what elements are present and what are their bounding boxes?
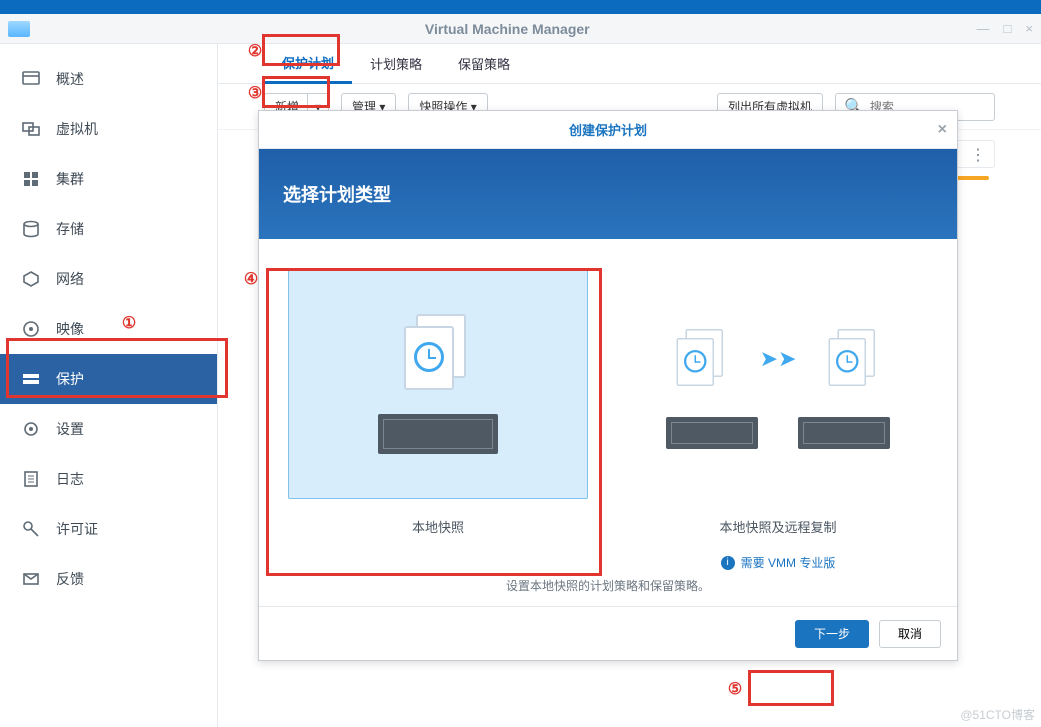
sidebar-item-vm[interactable]: 虚拟机 — [0, 104, 217, 154]
network-icon — [20, 268, 42, 290]
remote-replication-art: ➤➤ — [628, 269, 928, 499]
dialog-description: 设置本地快照的计划策略和保留策略。 — [279, 577, 937, 594]
cancel-button[interactable]: 取消 — [879, 620, 941, 648]
sidebar-item-label: 日志 — [56, 469, 84, 489]
tabs: 保护计划 计划策略 保留策略 — [218, 44, 1041, 84]
cluster-icon — [20, 168, 42, 190]
sidebar-item-label: 保护 — [56, 369, 84, 389]
create-plan-dialog: 创建保护计划 × 选择计划类型 本地快照 — [258, 110, 958, 661]
dialog-header: 创建保护计划 × — [259, 111, 957, 149]
sidebar-item-label: 许可证 — [56, 519, 98, 539]
sidebar-item-label: 虚拟机 — [56, 119, 98, 139]
tab-retention-policy[interactable]: 保留策略 — [440, 44, 528, 84]
sidebar-item-image[interactable]: 映像 — [0, 304, 217, 354]
top-accent-strip — [0, 0, 1041, 14]
dialog-title: 创建保护计划 — [569, 120, 647, 139]
sidebar: 概述 虚拟机 集群 存储 网络 映像 保护 设置 — [0, 44, 218, 727]
sidebar-item-label: 映像 — [56, 319, 84, 339]
window-controls: — □ × — [977, 21, 1033, 36]
minimize-button[interactable]: — — [977, 21, 990, 36]
sidebar-item-overview[interactable]: 概述 — [0, 54, 217, 104]
tab-schedule-policy[interactable]: 计划策略 — [352, 44, 440, 84]
arrow-right-icon: ➤➤ — [760, 346, 797, 372]
sidebar-item-label: 集群 — [56, 169, 84, 189]
info-icon: i — [721, 556, 735, 570]
close-button[interactable]: × — [1025, 21, 1033, 36]
sidebar-item-label: 存储 — [56, 219, 84, 239]
sidebar-item-license[interactable]: 许可证 — [0, 504, 217, 554]
envelope-icon — [20, 568, 42, 590]
sidebar-item-label: 概述 — [56, 69, 84, 89]
key-icon — [20, 518, 42, 540]
dialog-hero-text: 选择计划类型 — [283, 181, 391, 207]
kebab-icon[interactable]: ⋮ — [970, 145, 986, 165]
option-label: 本地快照及远程复制 — [719, 517, 836, 536]
log-icon — [20, 468, 42, 490]
sidebar-item-storage[interactable]: 存储 — [0, 204, 217, 254]
window-title: Virtual Machine Manager — [38, 21, 977, 37]
titlebar: Virtual Machine Manager — □ × — [0, 14, 1041, 44]
overview-icon — [20, 68, 42, 90]
dialog-hero: 选择计划类型 — [259, 149, 957, 239]
sidebar-item-label: 反馈 — [56, 569, 84, 589]
dialog-footer: 下一步 取消 — [259, 606, 957, 660]
local-snapshot-art — [288, 269, 588, 499]
next-button[interactable]: 下一步 — [795, 620, 869, 648]
close-icon[interactable]: × — [938, 121, 947, 139]
dialog-body: 本地快照 ➤➤ 本地快照及远程复制 i 需要 — [259, 239, 957, 606]
option-local-snapshot[interactable]: 本地快照 — [288, 269, 588, 571]
sidebar-item-settings[interactable]: 设置 — [0, 404, 217, 454]
protect-icon — [20, 368, 42, 390]
maximize-button[interactable]: □ — [1004, 21, 1012, 36]
option-remote-replication[interactable]: ➤➤ 本地快照及远程复制 i 需要 VMM 专业版 — [628, 269, 928, 571]
sidebar-item-network[interactable]: 网络 — [0, 254, 217, 304]
sidebar-item-protect[interactable]: 保护 — [0, 354, 217, 404]
sidebar-item-label: 设置 — [56, 419, 84, 439]
image-icon — [20, 318, 42, 340]
watermark: @51CTO博客 — [960, 706, 1035, 723]
gear-icon — [20, 418, 42, 440]
sidebar-item-feedback[interactable]: 反馈 — [0, 554, 217, 604]
option-label: 本地快照 — [412, 517, 464, 536]
app-icon — [8, 21, 30, 37]
sidebar-item-label: 网络 — [56, 269, 84, 289]
sidebar-item-log[interactable]: 日志 — [0, 454, 217, 504]
tab-protect-plan[interactable]: 保护计划 — [264, 44, 352, 84]
storage-icon — [20, 218, 42, 240]
sidebar-item-cluster[interactable]: 集群 — [0, 154, 217, 204]
pro-requirement-note: i 需要 VMM 专业版 — [721, 554, 836, 571]
vm-icon — [20, 118, 42, 140]
